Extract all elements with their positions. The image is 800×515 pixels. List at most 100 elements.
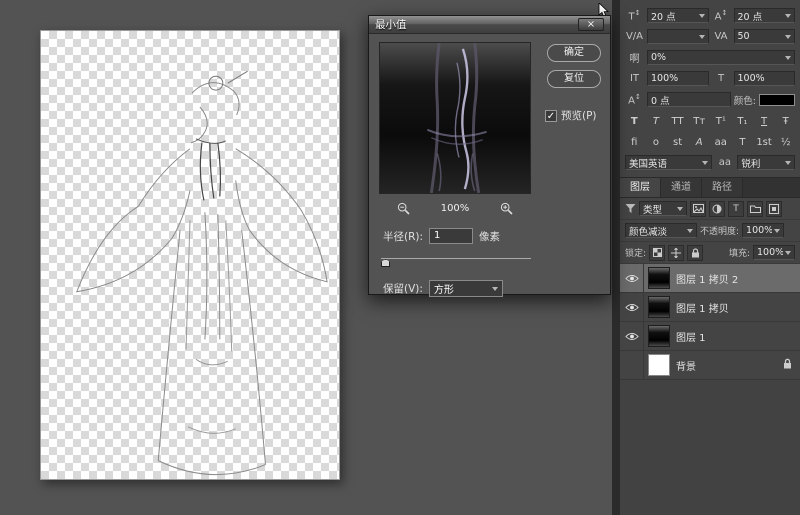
- fill-field[interactable]: 100%: [753, 245, 795, 260]
- strikethrough-button[interactable]: Ŧ: [776, 113, 795, 129]
- chevron-down-icon: [785, 56, 791, 60]
- pixel-filter-icon[interactable]: [690, 201, 706, 217]
- tab-paths[interactable]: 路径: [702, 178, 743, 197]
- fill-value: 100%: [757, 247, 783, 258]
- vertical-scale-icon: IT: [625, 73, 644, 84]
- lock-label: 锁定:: [625, 246, 646, 259]
- faux-bold-button[interactable]: T: [625, 113, 644, 129]
- zoom-out-icon[interactable]: [397, 202, 410, 215]
- radius-unit-label: 像素: [479, 229, 500, 244]
- right-dock: T↕ 20 点 A↕ 20 点 V/A VA 50 啊 0% IT 100% T…: [620, 0, 800, 515]
- visibility-toggle[interactable]: [620, 293, 644, 321]
- lock-all-icon[interactable]: [687, 245, 703, 261]
- discretionary-ligatures-button[interactable]: st: [668, 134, 687, 150]
- lock-row: 锁定: 填充: 100%: [620, 242, 800, 264]
- layer-row[interactable]: 图层 1 拷贝 2: [620, 264, 800, 293]
- close-button[interactable]: ×: [578, 18, 604, 31]
- layer-thumbnail[interactable]: [648, 296, 670, 318]
- layer-name[interactable]: 图层 1 拷贝: [676, 300, 800, 315]
- preserve-value: 方形: [434, 281, 454, 296]
- vertical-scale-value: 100%: [651, 73, 678, 84]
- zoom-level: 100%: [441, 203, 470, 214]
- layer-thumbnail[interactable]: [648, 354, 670, 376]
- swash-button[interactable]: A: [690, 134, 709, 150]
- lock-position-icon[interactable]: [668, 245, 684, 261]
- layer-thumbnail[interactable]: [648, 267, 670, 289]
- layer-name[interactable]: 图层 1 拷贝 2: [676, 271, 800, 286]
- contextual-alternates-button[interactable]: o: [647, 134, 666, 150]
- type-filter-icon[interactable]: T: [728, 201, 744, 217]
- titling-alternates-button[interactable]: T: [733, 134, 752, 150]
- layer-row[interactable]: 图层 1: [620, 322, 800, 351]
- vertical-scale-field[interactable]: 100%: [647, 71, 709, 86]
- blend-mode-select[interactable]: 颜色减淡: [625, 223, 697, 238]
- horizontal-scale-field[interactable]: 100%: [734, 71, 796, 86]
- baseline-shift-icon: A↕: [625, 93, 644, 106]
- tracking-value: 50: [738, 31, 750, 42]
- baseline-shift-value: 0 点: [651, 93, 670, 107]
- text-color-swatch[interactable]: [759, 94, 795, 106]
- smart-object-filter-icon[interactable]: [766, 201, 782, 217]
- radius-slider[interactable]: [381, 258, 531, 268]
- faux-italic-button[interactable]: T: [647, 113, 666, 129]
- subscript-button[interactable]: T₁: [733, 113, 752, 129]
- proportional-spacing-field[interactable]: 0%: [647, 50, 795, 65]
- font-size-value: 20 点: [651, 9, 676, 23]
- blend-mode-row: 颜色减淡 不透明度: 100%: [620, 220, 800, 242]
- layer-thumbnail[interactable]: [648, 325, 670, 347]
- lock-transparency-icon[interactable]: [649, 245, 665, 261]
- antialias-select[interactable]: 锐利: [737, 155, 795, 170]
- tab-layers[interactable]: 图层: [620, 178, 661, 197]
- ok-button[interactable]: 确定: [547, 44, 601, 62]
- document-canvas[interactable]: [40, 30, 340, 480]
- adjustment-filter-icon[interactable]: [709, 201, 725, 217]
- tracking-field[interactable]: 50: [734, 29, 796, 44]
- slider-track[interactable]: [381, 258, 531, 259]
- preview-checkbox[interactable]: ✓: [545, 110, 557, 122]
- folder-filter-icon[interactable]: [747, 201, 763, 217]
- leading-field[interactable]: 20 点: [734, 8, 796, 23]
- baseline-shift-field[interactable]: 0 点: [647, 92, 731, 107]
- minimum-filter-dialog: 最小值 × 确定 复位 ✓ 预览(P): [368, 15, 611, 295]
- layer-name[interactable]: 背景: [676, 358, 783, 373]
- opacity-field[interactable]: 100%: [742, 223, 784, 238]
- small-caps-button[interactable]: Tᴛ: [690, 113, 709, 129]
- visibility-toggle[interactable]: [620, 351, 644, 379]
- zoom-in-icon[interactable]: [500, 202, 513, 215]
- filter-preview-image[interactable]: [379, 42, 531, 194]
- tab-channels[interactable]: 通道: [661, 178, 702, 197]
- opacity-value: 100%: [746, 225, 772, 236]
- font-size-field[interactable]: 20 点: [647, 8, 709, 23]
- reset-button[interactable]: 复位: [547, 70, 601, 88]
- font-size-icon: T↕: [625, 9, 644, 22]
- preserve-select[interactable]: 方形: [429, 280, 503, 297]
- all-caps-button[interactable]: TT: [668, 113, 687, 129]
- layer-row[interactable]: 图层 1 拷贝: [620, 293, 800, 322]
- chevron-down-icon: [702, 161, 708, 165]
- filter-type-select[interactable]: 类型: [639, 201, 687, 216]
- stylistic-alternates-button[interactable]: aa: [712, 134, 731, 150]
- slider-handle[interactable]: [381, 259, 390, 267]
- language-value: 美国英语: [629, 156, 667, 170]
- ligatures-button[interactable]: fi: [625, 134, 644, 150]
- superscript-button[interactable]: T¹: [712, 113, 731, 129]
- layer-row[interactable]: 背景: [620, 351, 800, 380]
- chevron-down-icon: [699, 35, 705, 39]
- eye-icon: [625, 303, 639, 312]
- layers-panel-empty-area: [620, 380, 800, 515]
- radius-input[interactable]: 1: [429, 228, 473, 244]
- underline-button[interactable]: T: [755, 113, 774, 129]
- preview-checkbox-group[interactable]: ✓ 预览(P): [545, 108, 597, 123]
- visibility-toggle[interactable]: [620, 264, 644, 292]
- filter-type-value: 类型: [643, 202, 662, 216]
- photoshop-window: T↕ 20 点 A↕ 20 点 V/A VA 50 啊 0% IT 100% T…: [0, 0, 800, 515]
- ordinals-button[interactable]: 1st: [755, 134, 774, 150]
- chevron-down-icon: [677, 207, 683, 211]
- visibility-toggle[interactable]: [620, 322, 644, 350]
- kerning-field[interactable]: [647, 29, 709, 44]
- language-select[interactable]: 美国英语: [625, 155, 712, 170]
- fractions-button[interactable]: ½: [776, 134, 795, 150]
- antialias-value: 锐利: [741, 156, 760, 170]
- layer-name[interactable]: 图层 1: [676, 329, 800, 344]
- dialog-titlebar[interactable]: 最小值 ×: [369, 16, 610, 34]
